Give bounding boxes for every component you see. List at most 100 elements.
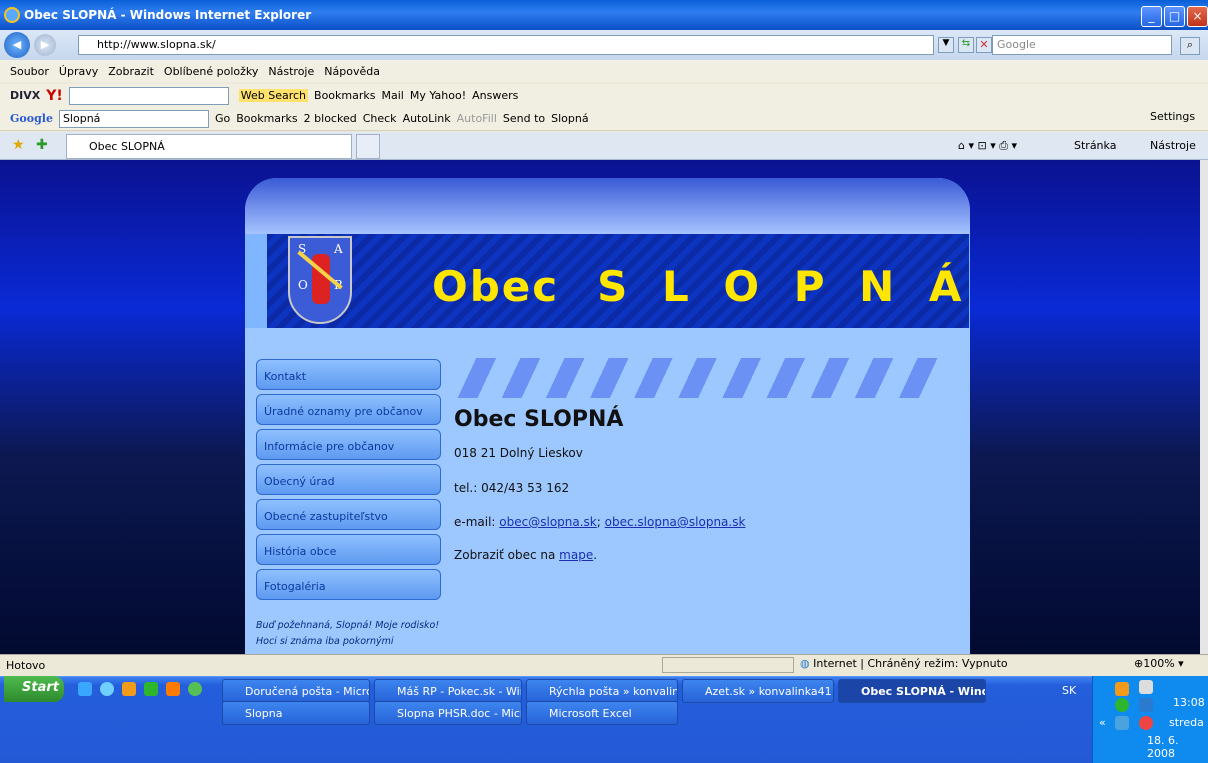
task-obec-slopna[interactable]: Obec SLOPNÁ - Windo...	[838, 679, 986, 703]
start-button[interactable]: Start	[4, 676, 64, 702]
menu-help[interactable]: Nápověda	[324, 65, 380, 78]
window-controls: _ □ ×	[1141, 6, 1208, 27]
tray-outlook-icon[interactable]	[1115, 682, 1129, 696]
page-menu-button[interactable]: Stránka	[1074, 139, 1116, 152]
icq-icon[interactable]	[188, 682, 202, 696]
site-title-obec: Obec	[432, 262, 560, 311]
menu-edit[interactable]: Úpravy	[59, 65, 98, 78]
yahoo-search-input[interactable]	[68, 86, 229, 105]
search-icon[interactable]: ⌕	[1180, 37, 1200, 55]
popup-blocked-button[interactable]: 2 blocked	[304, 112, 357, 125]
clock-time[interactable]: 13:08	[1173, 696, 1205, 709]
zoom-control[interactable]: ⊕100% ▾	[1134, 657, 1184, 670]
autofill-button[interactable]: AutoFill	[457, 112, 497, 125]
map-end: .	[593, 548, 598, 562]
task-word-doc[interactable]: Slopna PHSR.doc - Micro...	[374, 701, 522, 725]
outlook-icon[interactable]	[122, 682, 136, 696]
menu-file[interactable]: Soubor	[10, 65, 49, 78]
motto-line-1: Buď požehnaná, Slopná! Moje rodisko!	[256, 620, 440, 631]
crest-letter-a: A	[334, 242, 343, 256]
nav-zastupitelstvo[interactable]: Obecné zastupiteľstvo	[256, 499, 441, 530]
tray-expand-icon[interactable]: «	[1099, 716, 1106, 729]
my-yahoo-button[interactable]: My Yahoo!	[410, 89, 466, 102]
forward-button[interactable]: ▶	[34, 34, 56, 56]
add-favorites-icon[interactable]: ✚	[36, 137, 48, 153]
tray-device-icon[interactable]	[1139, 680, 1153, 694]
home-icon[interactable]: ⌂ ▾ ⊡ ▾ ⎙ ▾	[958, 139, 1017, 153]
send-to-button[interactable]: Send to	[503, 112, 545, 125]
clock-day: streda	[1169, 716, 1204, 729]
security-zone[interactable]: ◍ Internet | Chráněný režim: Vypnuto	[800, 657, 1008, 670]
map-text: Zobraziť obec na	[454, 548, 556, 562]
tray-antivirus-icon[interactable]	[1115, 716, 1129, 730]
answers-button[interactable]: Answers	[472, 89, 518, 102]
slopna-search-button[interactable]: Slopná	[551, 112, 588, 125]
check-button[interactable]: Check	[363, 112, 397, 125]
task-excel[interactable]: Microsoft Excel	[526, 701, 678, 725]
show-desktop-icon[interactable]	[78, 682, 92, 696]
nav-uradne-oznamy[interactable]: Úradné oznamy pre občanov	[256, 394, 441, 425]
google-search-input[interactable]: Slopná	[58, 109, 209, 128]
task-rychla-posta[interactable]: Rýchla pošta » konvalink...	[526, 679, 678, 703]
mail-button[interactable]: Mail	[382, 89, 404, 102]
tray-icq-icon[interactable]	[1115, 698, 1129, 712]
settings-button[interactable]: Settings	[1150, 110, 1195, 123]
vertical-scrollbar[interactable]	[1200, 160, 1208, 654]
task-pokec[interactable]: Máš RP - Pokec.sk - Win...	[374, 679, 522, 703]
google-logo: Google	[10, 112, 53, 125]
google-bookmarks-button[interactable]: Bookmarks	[236, 112, 297, 125]
refresh-button[interactable]: ⇆	[958, 37, 974, 53]
autolink-button[interactable]: AutoLink	[403, 112, 451, 125]
map-line: Zobraziť obec na mape.	[454, 548, 597, 562]
ie-quicklaunch-icon[interactable]	[100, 682, 114, 696]
tools-menu-button[interactable]: Nástroje	[1150, 139, 1196, 152]
address-dropdown-button[interactable]: ▼	[938, 37, 954, 53]
back-button[interactable]: ◀	[4, 32, 30, 58]
site-title-slopna: S L O P N Á	[597, 262, 972, 311]
close-button[interactable]: ×	[1187, 6, 1208, 27]
maximize-button[interactable]: □	[1164, 6, 1185, 27]
minimize-button[interactable]: _	[1141, 6, 1162, 27]
email-link-1[interactable]: obec@slopna.sk	[499, 515, 596, 529]
nav-fotogaleria[interactable]: Fotogaléria	[256, 569, 441, 600]
menu-tools[interactable]: Nástroje	[268, 65, 314, 78]
email-link-2[interactable]: obec.slopna@slopna.sk	[605, 515, 746, 529]
address-input[interactable]: http://www.slopna.sk/	[78, 35, 934, 55]
ie-icon	[4, 7, 20, 23]
status-bar: Hotovo	[0, 654, 1208, 676]
new-tab-button[interactable]	[356, 134, 380, 159]
crest-letter-o: O	[298, 278, 308, 292]
task-outlook[interactable]: Doručená pošta - Micros...	[222, 679, 370, 703]
tab-active[interactable]: Obec SLOPNÁ	[66, 134, 352, 159]
tray-blocked-icon[interactable]	[1139, 716, 1153, 730]
motto-line-2: Hoci si známa iba pokornými	[256, 636, 394, 647]
divx-logo[interactable]: DIVX	[10, 89, 40, 102]
task-folder-slopna[interactable]: Slopna	[222, 701, 370, 725]
zone-text: Internet | Chráněný režim: Vypnuto	[813, 657, 1008, 670]
globe-icon: ◍	[800, 657, 810, 670]
search-input[interactable]: Google	[992, 35, 1172, 55]
clover-icon[interactable]	[144, 682, 158, 696]
nav-informacie[interactable]: Informácie pre občanov	[256, 429, 441, 460]
coat-of-arms: S A O P	[288, 236, 352, 324]
yahoo-bookmarks-button[interactable]: Bookmarks	[314, 89, 375, 102]
favorites-star-icon[interactable]: ★	[12, 137, 25, 153]
nav-kontakt[interactable]: Kontakt	[256, 359, 441, 390]
go-button[interactable]: Go	[215, 112, 230, 125]
map-link[interactable]: mape	[559, 548, 593, 562]
menu-view[interactable]: Zobrazit	[108, 65, 154, 78]
tray-network-icon[interactable]	[1139, 698, 1153, 712]
nav-historia[interactable]: História obce	[256, 534, 441, 565]
web-search-button[interactable]: Web Search	[238, 89, 309, 102]
zoom-value: 100%	[1143, 657, 1175, 670]
yahoo-logo[interactable]: Y!	[46, 88, 63, 104]
nav-obecny-urad[interactable]: Obecný úrad	[256, 464, 441, 495]
status-panes	[662, 657, 794, 673]
language-indicator[interactable]: SK	[1062, 684, 1076, 697]
stop-button[interactable]: ✕	[976, 37, 992, 53]
media-icon[interactable]	[166, 682, 180, 696]
window-title: Obec SLOPNÁ - Windows Internet Explorer	[24, 8, 312, 22]
task-azet[interactable]: Azet.sk » konvalinka41 »...	[682, 679, 834, 703]
menu-favorites[interactable]: Oblíbené položky	[164, 65, 259, 78]
phone-text: tel.: 042/43 53 162	[454, 481, 570, 495]
